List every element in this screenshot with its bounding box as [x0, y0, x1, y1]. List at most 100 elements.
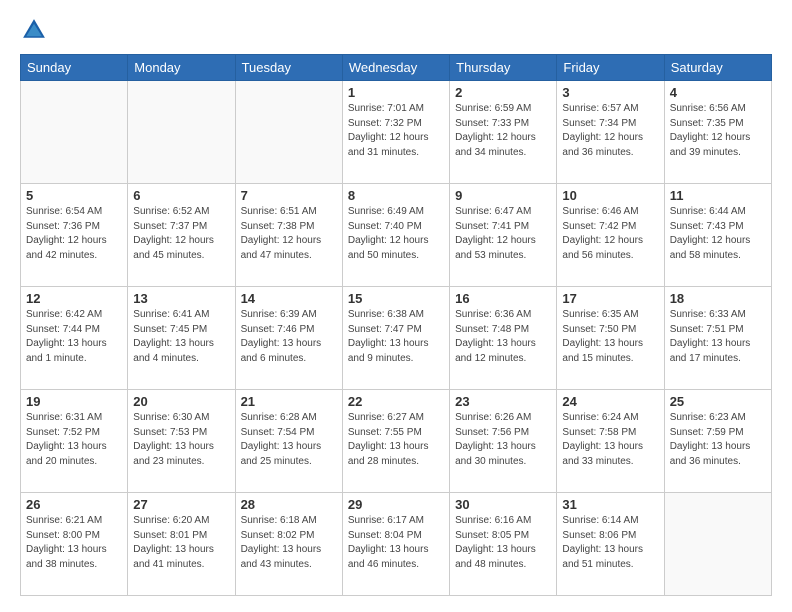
day-info: Sunrise: 6:23 AM Sunset: 7:59 PM Dayligh…	[670, 411, 766, 469]
day-info: Sunrise: 6:44 AM Sunset: 7:43 PM Dayligh…	[670, 205, 766, 263]
table-cell	[664, 493, 771, 596]
day-info: Sunrise: 6:30 AM Sunset: 7:53 PM Dayligh…	[133, 411, 229, 469]
calendar-week-row: 5 Sunrise: 6:54 AM Sunset: 7:36 PM Daylig…	[21, 184, 772, 287]
table-cell: 17 Sunrise: 6:35 AM Sunset: 7:50 PM Dayli…	[557, 287, 664, 390]
day-info: Sunrise: 6:46 AM Sunset: 7:42 PM Dayligh…	[562, 205, 658, 263]
day-info: Sunrise: 6:51 AM Sunset: 7:38 PM Dayligh…	[241, 205, 337, 263]
calendar-week-row: 26 Sunrise: 6:21 AM Sunset: 8:00 PM Dayli…	[21, 493, 772, 596]
day-info: Sunrise: 6:14 AM Sunset: 8:06 PM Dayligh…	[562, 514, 658, 572]
day-number: 9	[455, 188, 551, 203]
table-cell: 1 Sunrise: 7:01 AM Sunset: 7:32 PM Daylig…	[342, 81, 449, 184]
day-info: Sunrise: 6:57 AM Sunset: 7:34 PM Dayligh…	[562, 102, 658, 160]
calendar-week-row: 19 Sunrise: 6:31 AM Sunset: 7:52 PM Dayli…	[21, 390, 772, 493]
calendar-table: Sunday Monday Tuesday Wednesday Thursday…	[20, 54, 772, 596]
day-number: 15	[348, 291, 444, 306]
col-tuesday: Tuesday	[235, 55, 342, 81]
table-cell	[235, 81, 342, 184]
table-cell: 16 Sunrise: 6:36 AM Sunset: 7:48 PM Dayli…	[450, 287, 557, 390]
day-number: 13	[133, 291, 229, 306]
col-friday: Friday	[557, 55, 664, 81]
day-number: 29	[348, 497, 444, 512]
calendar-header-row: Sunday Monday Tuesday Wednesday Thursday…	[21, 55, 772, 81]
table-cell: 31 Sunrise: 6:14 AM Sunset: 8:06 PM Dayli…	[557, 493, 664, 596]
day-number: 2	[455, 85, 551, 100]
day-info: Sunrise: 6:20 AM Sunset: 8:01 PM Dayligh…	[133, 514, 229, 572]
table-cell: 26 Sunrise: 6:21 AM Sunset: 8:00 PM Dayli…	[21, 493, 128, 596]
day-number: 21	[241, 394, 337, 409]
day-info: Sunrise: 6:27 AM Sunset: 7:55 PM Dayligh…	[348, 411, 444, 469]
table-cell: 5 Sunrise: 6:54 AM Sunset: 7:36 PM Daylig…	[21, 184, 128, 287]
calendar-week-row: 12Sunrise: 6:42 AM Sunset: 7:44 PM Dayli…	[21, 287, 772, 390]
logo	[20, 16, 52, 44]
day-info: Sunrise: 6:52 AM Sunset: 7:37 PM Dayligh…	[133, 205, 229, 263]
table-cell: 11Sunrise: 6:44 AM Sunset: 7:43 PM Dayli…	[664, 184, 771, 287]
day-number: 1	[348, 85, 444, 100]
table-cell: 20 Sunrise: 6:30 AM Sunset: 7:53 PM Dayli…	[128, 390, 235, 493]
col-wednesday: Wednesday	[342, 55, 449, 81]
day-number: 3	[562, 85, 658, 100]
day-number: 24	[562, 394, 658, 409]
day-number: 17	[562, 291, 658, 306]
table-cell: 7 Sunrise: 6:51 AM Sunset: 7:38 PM Daylig…	[235, 184, 342, 287]
col-monday: Monday	[128, 55, 235, 81]
day-info: Sunrise: 6:35 AM Sunset: 7:50 PM Dayligh…	[562, 308, 658, 366]
day-info: Sunrise: 6:33 AM Sunset: 7:51 PM Dayligh…	[670, 308, 766, 366]
day-info: Sunrise: 6:47 AM Sunset: 7:41 PM Dayligh…	[455, 205, 551, 263]
table-cell: 24Sunrise: 6:24 AM Sunset: 7:58 PM Dayli…	[557, 390, 664, 493]
table-cell: 23 Sunrise: 6:26 AM Sunset: 7:56 PM Dayli…	[450, 390, 557, 493]
table-cell	[21, 81, 128, 184]
day-info: Sunrise: 6:36 AM Sunset: 7:48 PM Dayligh…	[455, 308, 551, 366]
day-number: 4	[670, 85, 766, 100]
col-sunday: Sunday	[21, 55, 128, 81]
day-number: 7	[241, 188, 337, 203]
day-number: 20	[133, 394, 229, 409]
table-cell: 15Sunrise: 6:38 AM Sunset: 7:47 PM Dayli…	[342, 287, 449, 390]
table-cell: 18 Sunrise: 6:33 AM Sunset: 7:51 PM Dayli…	[664, 287, 771, 390]
table-cell: 3 Sunrise: 6:57 AM Sunset: 7:34 PM Daylig…	[557, 81, 664, 184]
day-info: Sunrise: 6:56 AM Sunset: 7:35 PM Dayligh…	[670, 102, 766, 160]
table-cell: 2 Sunrise: 6:59 AM Sunset: 7:33 PM Daylig…	[450, 81, 557, 184]
day-number: 18	[670, 291, 766, 306]
table-cell: 6 Sunrise: 6:52 AM Sunset: 7:37 PM Daylig…	[128, 184, 235, 287]
col-thursday: Thursday	[450, 55, 557, 81]
day-info: Sunrise: 6:21 AM Sunset: 8:00 PM Dayligh…	[26, 514, 122, 572]
day-info: Sunrise: 6:59 AM Sunset: 7:33 PM Dayligh…	[455, 102, 551, 160]
day-number: 30	[455, 497, 551, 512]
col-saturday: Saturday	[664, 55, 771, 81]
day-number: 23	[455, 394, 551, 409]
table-cell: 27Sunrise: 6:20 AM Sunset: 8:01 PM Dayli…	[128, 493, 235, 596]
day-number: 28	[241, 497, 337, 512]
table-cell: 29 Sunrise: 6:17 AM Sunset: 8:04 PM Dayli…	[342, 493, 449, 596]
table-cell: 12Sunrise: 6:42 AM Sunset: 7:44 PM Dayli…	[21, 287, 128, 390]
day-number: 22	[348, 394, 444, 409]
day-number: 5	[26, 188, 122, 203]
day-info: Sunrise: 6:17 AM Sunset: 8:04 PM Dayligh…	[348, 514, 444, 572]
table-cell: 14Sunrise: 6:39 AM Sunset: 7:46 PM Dayli…	[235, 287, 342, 390]
day-number: 16	[455, 291, 551, 306]
day-number: 6	[133, 188, 229, 203]
day-info: Sunrise: 6:31 AM Sunset: 7:52 PM Dayligh…	[26, 411, 122, 469]
table-cell: 4 Sunrise: 6:56 AM Sunset: 7:35 PM Daylig…	[664, 81, 771, 184]
day-info: Sunrise: 6:49 AM Sunset: 7:40 PM Dayligh…	[348, 205, 444, 263]
table-cell: 8 Sunrise: 6:49 AM Sunset: 7:40 PM Daylig…	[342, 184, 449, 287]
day-number: 19	[26, 394, 122, 409]
day-number: 14	[241, 291, 337, 306]
table-cell: 30Sunrise: 6:16 AM Sunset: 8:05 PM Dayli…	[450, 493, 557, 596]
day-number: 12	[26, 291, 122, 306]
day-info: Sunrise: 7:01 AM Sunset: 7:32 PM Dayligh…	[348, 102, 444, 160]
table-cell: 28 Sunrise: 6:18 AM Sunset: 8:02 PM Dayli…	[235, 493, 342, 596]
day-info: Sunrise: 6:18 AM Sunset: 8:02 PM Dayligh…	[241, 514, 337, 572]
calendar-week-row: 1 Sunrise: 7:01 AM Sunset: 7:32 PM Daylig…	[21, 81, 772, 184]
day-number: 31	[562, 497, 658, 512]
table-cell: 22 Sunrise: 6:27 AM Sunset: 7:55 PM Dayli…	[342, 390, 449, 493]
logo-icon	[20, 16, 48, 44]
day-info: Sunrise: 6:26 AM Sunset: 7:56 PM Dayligh…	[455, 411, 551, 469]
table-cell	[128, 81, 235, 184]
page: Sunday Monday Tuesday Wednesday Thursday…	[0, 0, 792, 612]
table-cell: 21Sunrise: 6:28 AM Sunset: 7:54 PM Dayli…	[235, 390, 342, 493]
day-info: Sunrise: 6:41 AM Sunset: 7:45 PM Dayligh…	[133, 308, 229, 366]
day-info: Sunrise: 6:54 AM Sunset: 7:36 PM Dayligh…	[26, 205, 122, 263]
day-number: 8	[348, 188, 444, 203]
day-number: 26	[26, 497, 122, 512]
table-cell: 19 Sunrise: 6:31 AM Sunset: 7:52 PM Dayli…	[21, 390, 128, 493]
